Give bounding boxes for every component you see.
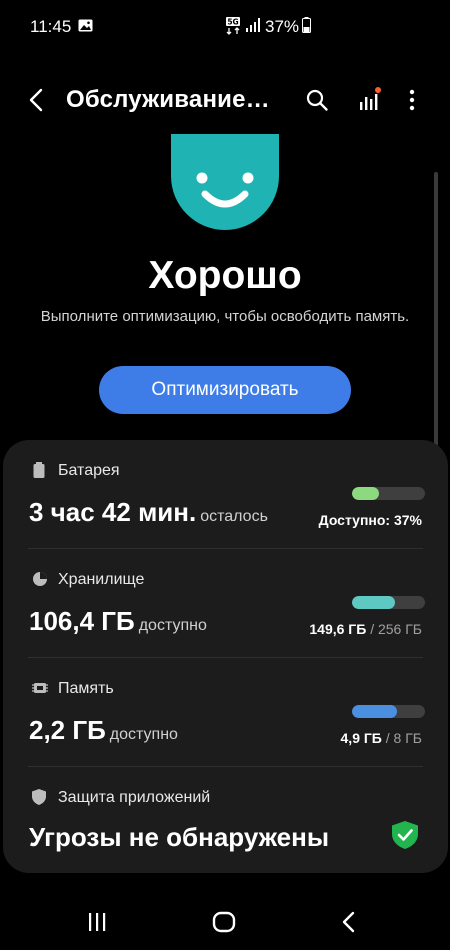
battery-time: 3 час 42 мин.: [29, 497, 197, 527]
battery-level-bar: [352, 487, 425, 500]
memory-level-fill: [352, 705, 397, 718]
storage-label: Хранилище: [58, 571, 145, 588]
shield-icon: [32, 789, 46, 805]
storage-row[interactable]: Хранилище 106,4 ГБ доступно 149,6 ГБ / 25…: [3, 549, 448, 658]
storage-used: 149,6 ГБ: [309, 621, 367, 637]
battery-level-fill: [352, 487, 379, 500]
back-icon[interactable]: [26, 88, 46, 112]
storage-usage: 149,6 ГБ / 256 ГБ: [309, 621, 422, 637]
memory-icon: [32, 683, 48, 693]
battery-label: Батарея: [58, 462, 120, 479]
battery-row[interactable]: Батарея 3 час 42 мин. осталось Доступно: …: [3, 440, 448, 549]
battery-available: Доступно: 37%: [318, 512, 422, 528]
status-bar: 11:45 5G 37%: [0, 0, 450, 56]
battery-percent: 37%: [265, 17, 300, 36]
signal-icon: [246, 18, 260, 32]
app-protection-row[interactable]: Защита приложений Угрозы не обнаружены: [3, 767, 448, 876]
battery-icon: [33, 462, 45, 478]
memory-level-bar: [352, 705, 425, 718]
memory-unit: доступно: [109, 726, 178, 743]
storage-level-fill: [352, 596, 395, 609]
memory-row[interactable]: Память 2,2 ГБ доступно 4,9 ГБ / 8 ГБ: [3, 658, 448, 767]
storage-level-bar: [352, 596, 425, 609]
navigation-bar: [0, 890, 450, 950]
storage-value: 106,4 ГБ доступно: [29, 606, 207, 637]
storage-icon: [33, 572, 47, 586]
svg-text:5G: 5G: [227, 18, 238, 27]
battery-unit: осталось: [200, 508, 268, 525]
smiley-face-icon: [171, 134, 279, 230]
diagnostics-icon[interactable]: [357, 86, 383, 112]
status-time: 11:45: [30, 17, 72, 36]
memory-usage: 4,9 ГБ / 8 ГБ: [341, 730, 422, 746]
app-bar: Обслуживание…: [0, 78, 450, 124]
app-protection-label: Защита приложений: [58, 789, 211, 806]
memory-free: 2,2 ГБ: [29, 715, 106, 745]
status-headline: Хорошо: [148, 254, 302, 297]
status-card: Батарея 3 час 42 мин. осталось Доступно: …: [3, 440, 448, 873]
page-title: Обслуживание…: [66, 86, 270, 113]
shield-check-icon: [392, 821, 418, 849]
storage-total: / 256 ГБ: [366, 621, 422, 637]
more-options-icon[interactable]: [402, 88, 422, 112]
back-icon[interactable]: [338, 911, 360, 933]
app-protection-status: Угрозы не обнаружены: [29, 822, 330, 852]
optimize-button[interactable]: Оптимизировать: [99, 366, 351, 414]
network-5g-icon: 5G: [226, 17, 240, 35]
memory-total: / 8 ГБ: [381, 730, 422, 746]
memory-label: Память: [58, 680, 114, 697]
gallery-icon: [78, 19, 93, 32]
memory-used: 4,9 ГБ: [340, 730, 382, 746]
battery-value: 3 час 42 мин. осталось: [29, 497, 268, 528]
status-description: Выполните оптимизацию, чтобы освободить …: [40, 308, 410, 325]
storage-free: 106,4 ГБ: [29, 606, 135, 636]
recent-apps-icon[interactable]: [86, 912, 108, 932]
battery-icon: [302, 17, 311, 33]
storage-unit: доступно: [138, 617, 207, 634]
home-icon[interactable]: [212, 911, 236, 933]
memory-value: 2,2 ГБ доступно: [29, 715, 178, 746]
search-icon[interactable]: [305, 88, 329, 112]
